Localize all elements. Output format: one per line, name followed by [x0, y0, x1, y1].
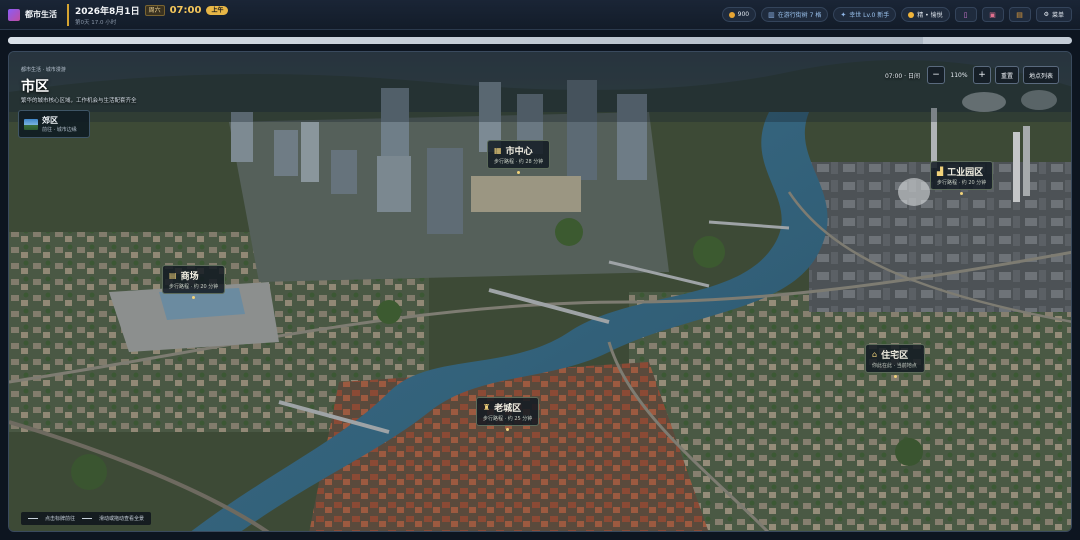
level-value: 幸世 Lv.0 新手: [849, 12, 890, 19]
phone-button[interactable]: ▯: [954, 7, 977, 22]
progress-bar: [8, 37, 1072, 44]
reset-button[interactable]: 重置: [994, 66, 1019, 84]
legend-item: 点击标牌前往: [45, 516, 76, 522]
city-map[interactable]: 都市生活 · 城市漫游 市区 繁华的城市核心区域，工作机会与生活配套齐全 郊区 …: [8, 51, 1072, 532]
calendar-value: 在游行街树 7 格: [777, 12, 822, 19]
time-of-day-label: 07:00 · 日间: [884, 72, 920, 80]
day-info: 第0天 17.0 小时: [75, 19, 117, 26]
progress-fill: [8, 37, 924, 44]
location-card-oldtown[interactable]: ♜ 老城区 步行路程 · 约 25 分钟: [476, 397, 540, 431]
phone-icon: ▯: [963, 10, 968, 19]
money-value: 900: [737, 11, 750, 18]
clock-time: 07:00: [169, 4, 202, 16]
map-controls: 07:00 · 日间 − 110% + 重置 地点列表: [885, 66, 1059, 84]
location-meta: 步行路程 · 约 25 分钟: [483, 416, 533, 422]
location-name: 郊区: [42, 116, 58, 125]
zoom-in-button[interactable]: +: [972, 66, 991, 84]
inventory-button[interactable]: ▤: [1008, 7, 1031, 22]
menu-button[interactable]: ⚙ 菜单: [1035, 7, 1072, 22]
bank-icon: ▥: [768, 10, 775, 19]
legend-line-icon: [28, 518, 38, 519]
map-legend: 点击标牌前往 滑动或拖动查看全景: [21, 512, 152, 525]
location-card-mall[interactable]: ▤ 商场 步行路程 · 约 20 分钟: [162, 265, 226, 299]
legend-item: 滑动或拖动查看全景: [99, 516, 145, 522]
shop-icon: ▤: [169, 271, 177, 280]
bag-icon: ▣: [989, 10, 996, 19]
mood-icon: [908, 11, 915, 18]
location-card-suburb[interactable]: 郊区 前往 · 城市边缘: [18, 110, 90, 138]
legend-line-icon: [82, 518, 93, 519]
location-meta: 步行路程 · 约 20 分钟: [937, 180, 987, 186]
bag-button[interactable]: ▣: [981, 7, 1004, 22]
location-name: 住宅区: [881, 351, 909, 361]
coin-icon: [728, 11, 735, 18]
top-bar: 都市生活 2026年8月1日 周六 07:00 上午 第0天 17.0 小时 9…: [0, 0, 1080, 30]
location-meta: 步行路程 · 约 20 分钟: [169, 284, 219, 290]
location-list-button[interactable]: 地点列表: [1022, 66, 1059, 84]
menu-label: 菜单: [1051, 12, 1064, 19]
chest-icon: ▤: [1016, 10, 1023, 19]
zoom-level: 110%: [950, 71, 968, 79]
page-subtitle: 繁华的城市核心区域，工作机会与生活配套齐全: [21, 98, 137, 104]
location-name: 商场: [180, 272, 199, 282]
breadcrumb: 都市生活 · 城市漫游: [21, 67, 66, 73]
location-meta: 步行路程 · 约 28 分钟: [494, 159, 544, 165]
location-meta: 你此在此 · 当前地点: [872, 363, 917, 369]
factory-icon: ▟: [937, 167, 944, 176]
money-pill[interactable]: 900: [721, 7, 757, 22]
building-icon: ▦: [494, 146, 502, 155]
app-logo-icon: [8, 8, 20, 21]
app-title: 都市生活: [25, 10, 57, 19]
weekday-badge: 周六: [144, 4, 165, 16]
date-text: 2026年8月1日: [75, 6, 140, 17]
location-name: 老城区: [494, 404, 522, 414]
level-pill[interactable]: ✦ 幸世 Lv.0 新手: [833, 7, 897, 22]
period-badge: 上午: [206, 5, 229, 15]
landscape-icon: [24, 118, 38, 130]
mood-value: 精 • 愉悦: [917, 12, 943, 19]
page-title: 市区: [21, 79, 49, 95]
home-icon: ⌂: [872, 350, 878, 359]
location-meta: 前往 · 城市边缘: [42, 127, 77, 133]
mood-pill[interactable]: 精 • 愉悦: [901, 7, 950, 22]
location-card-residential[interactable]: ⌂ 住宅区 你此在此 · 当前地点: [865, 344, 925, 378]
location-card-industrial[interactable]: ▟ 工业园区 步行路程 · 约 20 分钟: [930, 161, 994, 195]
date-block: 2026年8月1日 周六 07:00 上午 第0天 17.0 小时: [67, 3, 229, 26]
gear-icon: ⚙: [1043, 11, 1049, 18]
location-card-downtown[interactable]: ▦ 市中心 步行路程 · 约 28 分钟: [487, 140, 551, 174]
oldtown-icon: ♜: [483, 403, 491, 412]
zoom-out-button[interactable]: −: [926, 66, 945, 84]
status-bar: 900 ▥ 在游行街树 7 格 ✦ 幸世 Lv.0 新手 精 • 愉悦 ▯ ▣ …: [721, 7, 1072, 22]
location-name: 工业园区: [947, 168, 984, 178]
location-name: 市中心: [505, 147, 533, 157]
location-pin: [893, 375, 897, 378]
calendar-pill[interactable]: ▥ 在游行街树 7 格: [761, 7, 829, 22]
star-icon: ✦: [840, 10, 847, 19]
